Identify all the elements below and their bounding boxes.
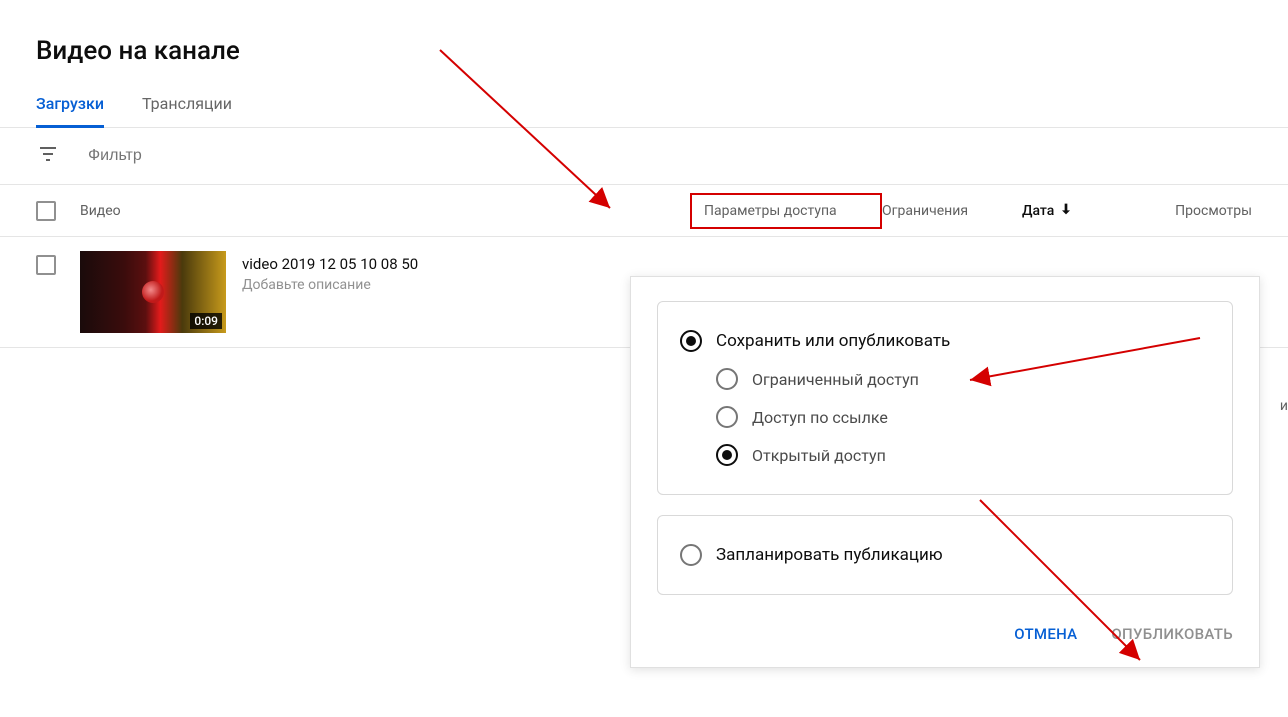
option-label: Запланировать публикацию	[716, 545, 943, 565]
truncated-text: и	[1280, 398, 1288, 414]
option-label: Сохранить или опубликовать	[716, 331, 950, 351]
option-unlisted[interactable]: Доступ по ссылке	[680, 398, 1210, 436]
option-schedule[interactable]: Запланировать публикацию	[680, 536, 1210, 574]
schedule-option-group: Запланировать публикацию	[657, 515, 1233, 595]
page-title: Видео на канале	[0, 0, 1288, 66]
column-header-visibility[interactable]: Параметры доступа	[704, 203, 868, 219]
radio-icon	[716, 406, 738, 428]
column-header-restrictions[interactable]: Ограничения	[882, 203, 1022, 219]
option-label: Доступ по ссылке	[752, 408, 888, 427]
option-public[interactable]: Открытый доступ	[680, 436, 1210, 474]
radio-icon	[716, 444, 738, 466]
video-title[interactable]: video 2019 12 05 10 08 50	[242, 255, 418, 273]
column-header-views[interactable]: Просмотры	[1142, 203, 1252, 219]
option-label: Ограниченный доступ	[752, 370, 919, 389]
option-label: Открытый доступ	[752, 446, 886, 465]
video-thumbnail[interactable]: 0:09	[80, 251, 226, 333]
arrow-down-icon	[1058, 201, 1074, 221]
video-duration: 0:09	[190, 313, 222, 329]
filter-row	[0, 128, 1288, 185]
option-save-or-publish[interactable]: Сохранить или опубликовать	[680, 322, 1210, 360]
column-header-video[interactable]: Видео	[80, 203, 702, 219]
column-header-date[interactable]: Дата	[1022, 201, 1142, 221]
visibility-popup: Сохранить или опубликовать Ограниченный …	[630, 276, 1260, 668]
option-private[interactable]: Ограниченный доступ	[680, 360, 1210, 398]
popup-actions: ОТМЕНА ОПУБЛИКОВАТЬ	[657, 615, 1233, 643]
radio-icon	[680, 330, 702, 352]
tab-uploads[interactable]: Загрузки	[36, 94, 104, 127]
tabs-bar: Загрузки Трансляции	[0, 66, 1288, 128]
row-checkbox[interactable]	[36, 255, 56, 275]
visibility-option-group: Сохранить или опубликовать Ограниченный …	[657, 301, 1233, 495]
thumbnail-graphic	[142, 281, 164, 303]
column-header-date-label: Дата	[1022, 203, 1054, 219]
videos-table-header: Видео Параметры доступа Ограничения Дата…	[0, 185, 1288, 237]
tab-live[interactable]: Трансляции	[142, 94, 232, 127]
filter-input[interactable]	[88, 147, 1252, 165]
annotation-highlight-box: Параметры доступа	[690, 193, 882, 229]
filter-icon[interactable]	[36, 142, 60, 170]
radio-icon	[716, 368, 738, 390]
select-all-checkbox[interactable]	[36, 201, 56, 221]
video-description-placeholder[interactable]: Добавьте описание	[242, 277, 418, 293]
cancel-button[interactable]: ОТМЕНА	[1014, 625, 1077, 643]
publish-button[interactable]: ОПУБЛИКОВАТЬ	[1111, 625, 1233, 643]
radio-icon	[680, 544, 702, 566]
